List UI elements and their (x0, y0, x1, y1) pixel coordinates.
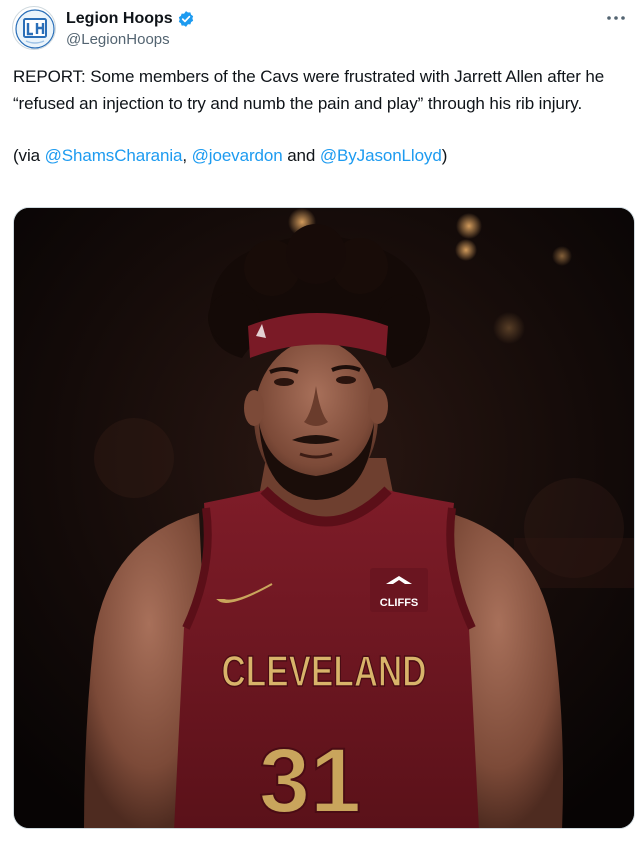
mention-joe-vardon[interactable]: @joevardon (192, 146, 283, 165)
mention-jason-lloyd[interactable]: @ByJasonLloyd (320, 146, 442, 165)
legion-hoops-logo-icon (15, 9, 55, 49)
tweet-text: REPORT: Some members of the Cavs were fr… (13, 64, 638, 170)
author-avatar[interactable] (12, 6, 56, 50)
verified-badge-icon (177, 10, 195, 28)
separator-text: , (182, 146, 192, 165)
tweet-credits: (via @ShamsCharania, @joevardon and @ByJ… (13, 143, 638, 170)
author-names: Legion Hoops @LegionHoops (66, 8, 195, 48)
tweet-photo[interactable]: CLIFFS CLEVELAND 31 (13, 207, 635, 829)
jersey-number-text: 31 (259, 730, 361, 829)
mention-shams-charania[interactable]: @ShamsCharania (45, 146, 183, 165)
tweet-header: Legion Hoops @LegionHoops (12, 4, 632, 56)
tweet-body: REPORT: Some members of the Cavs were fr… (13, 67, 605, 113)
display-name-row: Legion Hoops (66, 8, 195, 30)
jersey-sponsor-text: CLIFFS (380, 597, 419, 609)
jersey-team-text: CLEVELAND (222, 647, 427, 696)
via-close-text: ) (441, 146, 448, 165)
separator-text: and (282, 146, 320, 165)
via-open-text: (via (13, 146, 45, 165)
author-display-name[interactable]: Legion Hoops (66, 10, 173, 28)
author-handle[interactable]: @LegionHoops (66, 31, 195, 48)
player-photo: CLIFFS CLEVELAND 31 (14, 208, 634, 829)
more-options-icon[interactable] (602, 8, 630, 28)
